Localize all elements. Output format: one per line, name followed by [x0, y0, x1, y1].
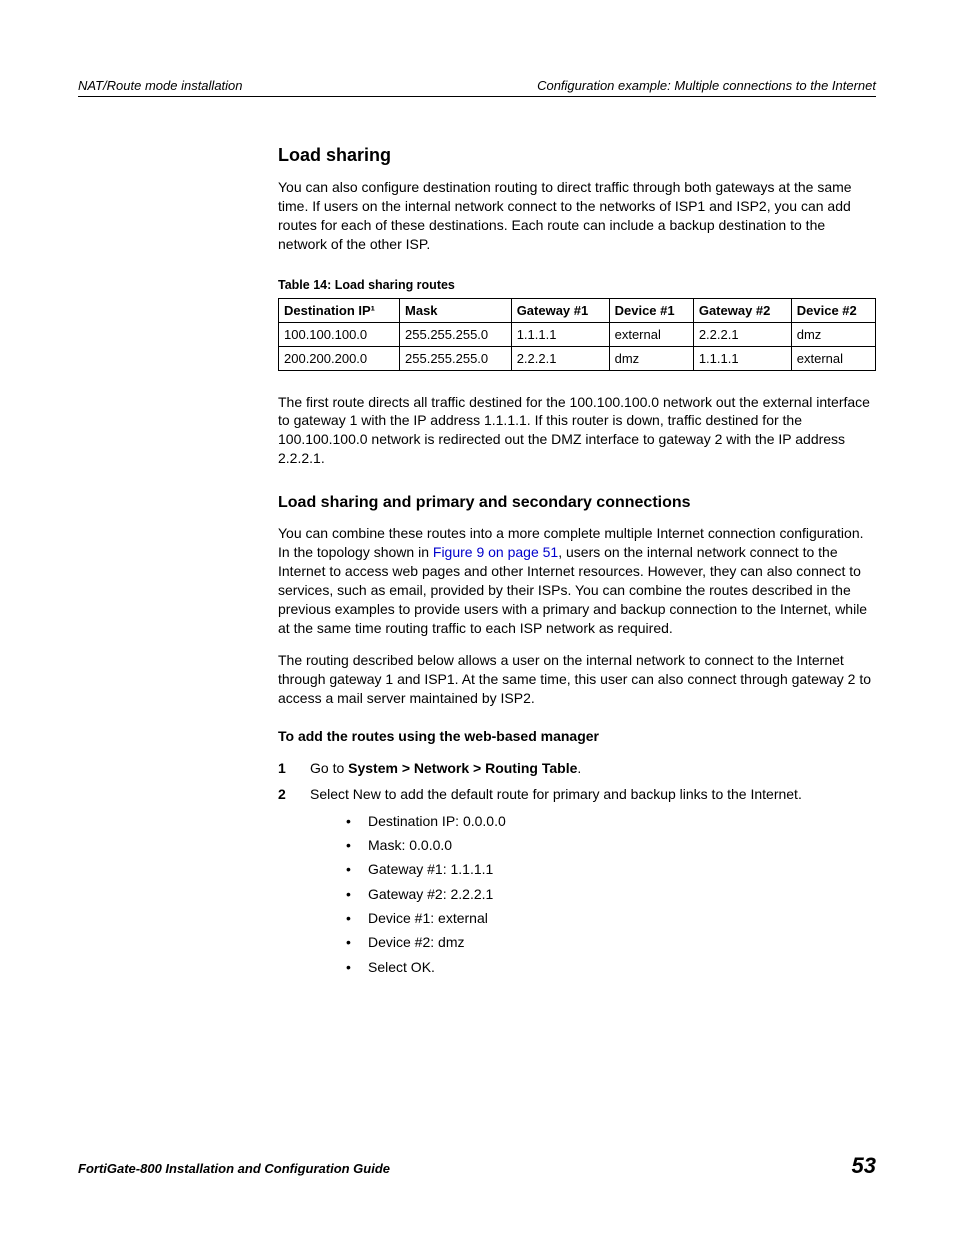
- cell: 255.255.255.0: [400, 346, 512, 370]
- table-caption: Table 14: Load sharing routes: [278, 278, 876, 292]
- figure-link[interactable]: Figure 9 on page 51: [433, 544, 558, 560]
- bullet-text: Gateway #1: 1.1.1.1: [368, 859, 493, 879]
- list-item: •Destination IP: 0.0.0.0: [346, 811, 876, 831]
- cell: 200.200.200.0: [279, 346, 400, 370]
- instruction-title: To add the routes using the web-based ma…: [278, 728, 876, 744]
- menu-path: System > Network > Routing Table: [348, 760, 577, 776]
- cell: 100.100.100.0: [279, 322, 400, 346]
- bullet-icon: •: [346, 811, 368, 831]
- main-content: Load sharing You can also configure dest…: [278, 145, 876, 981]
- text: Select New to add the default route for …: [310, 786, 802, 802]
- paragraph: You can combine these routes into a more…: [278, 524, 876, 637]
- text: .: [577, 760, 581, 776]
- col-header: Destination IP¹: [279, 298, 400, 322]
- bullet-text: Device #2: dmz: [368, 932, 464, 952]
- cell: 1.1.1.1: [511, 322, 609, 346]
- header-left: NAT/Route mode installation: [78, 78, 243, 93]
- list-item: •Select OK.: [346, 957, 876, 977]
- list-item: •Gateway #1: 1.1.1.1: [346, 859, 876, 879]
- cell: 1.1.1.1: [693, 346, 791, 370]
- step-number: 2: [278, 784, 310, 980]
- cell: external: [791, 346, 875, 370]
- page-footer: FortiGate-800 Installation and Configura…: [78, 1153, 876, 1179]
- list-item: •Gateway #2: 2.2.2.1: [346, 884, 876, 904]
- section-title-load-sharing: Load sharing: [278, 145, 876, 166]
- bullet-icon: •: [346, 908, 368, 928]
- cell: external: [609, 322, 693, 346]
- section-title-load-sharing-connections: Load sharing and primary and secondary c…: [278, 494, 876, 512]
- step-body: Go to System > Network > Routing Table.: [310, 758, 876, 778]
- bullet-list: •Destination IP: 0.0.0.0 •Mask: 0.0.0.0 …: [310, 811, 876, 977]
- cell: 255.255.255.0: [400, 322, 512, 346]
- bullet-text: Mask: 0.0.0.0: [368, 835, 452, 855]
- bullet-icon: •: [346, 884, 368, 904]
- cell: dmz: [791, 322, 875, 346]
- footer-guide-title: FortiGate-800 Installation and Configura…: [78, 1161, 390, 1176]
- page-number: 53: [852, 1153, 876, 1179]
- step-item: 1 Go to System > Network > Routing Table…: [278, 758, 876, 778]
- text: Go to: [310, 760, 348, 776]
- cell: dmz: [609, 346, 693, 370]
- bullet-text: Select OK.: [368, 957, 435, 977]
- steps-list: 1 Go to System > Network > Routing Table…: [278, 758, 876, 981]
- list-item: •Device #2: dmz: [346, 932, 876, 952]
- col-header: Device #2: [791, 298, 875, 322]
- col-header: Gateway #1: [511, 298, 609, 322]
- bullet-icon: •: [346, 835, 368, 855]
- paragraph: The routing described below allows a use…: [278, 651, 876, 708]
- col-header: Mask: [400, 298, 512, 322]
- table-header-row: Destination IP¹ Mask Gateway #1 Device #…: [279, 298, 876, 322]
- bullet-text: Device #1: external: [368, 908, 488, 928]
- page-header: NAT/Route mode installation Configuratio…: [78, 78, 876, 97]
- step-item: 2 Select New to add the default route fo…: [278, 784, 876, 980]
- col-header: Device #1: [609, 298, 693, 322]
- list-item: •Mask: 0.0.0.0: [346, 835, 876, 855]
- paragraph: The first route directs all traffic dest…: [278, 393, 876, 469]
- bullet-icon: •: [346, 957, 368, 977]
- step-body: Select New to add the default route for …: [310, 784, 876, 980]
- table-row: 100.100.100.0 255.255.255.0 1.1.1.1 exte…: [279, 322, 876, 346]
- bullet-text: Destination IP: 0.0.0.0: [368, 811, 506, 831]
- bullet-icon: •: [346, 859, 368, 879]
- table-row: 200.200.200.0 255.255.255.0 2.2.2.1 dmz …: [279, 346, 876, 370]
- paragraph: You can also configure destination routi…: [278, 178, 876, 254]
- cell: 2.2.2.1: [511, 346, 609, 370]
- load-sharing-routes-table: Destination IP¹ Mask Gateway #1 Device #…: [278, 298, 876, 371]
- list-item: •Device #1: external: [346, 908, 876, 928]
- step-number: 1: [278, 758, 310, 778]
- col-header: Gateway #2: [693, 298, 791, 322]
- header-right: Configuration example: Multiple connecti…: [537, 78, 876, 93]
- bullet-icon: •: [346, 932, 368, 952]
- bullet-text: Gateway #2: 2.2.2.1: [368, 884, 493, 904]
- cell: 2.2.2.1: [693, 322, 791, 346]
